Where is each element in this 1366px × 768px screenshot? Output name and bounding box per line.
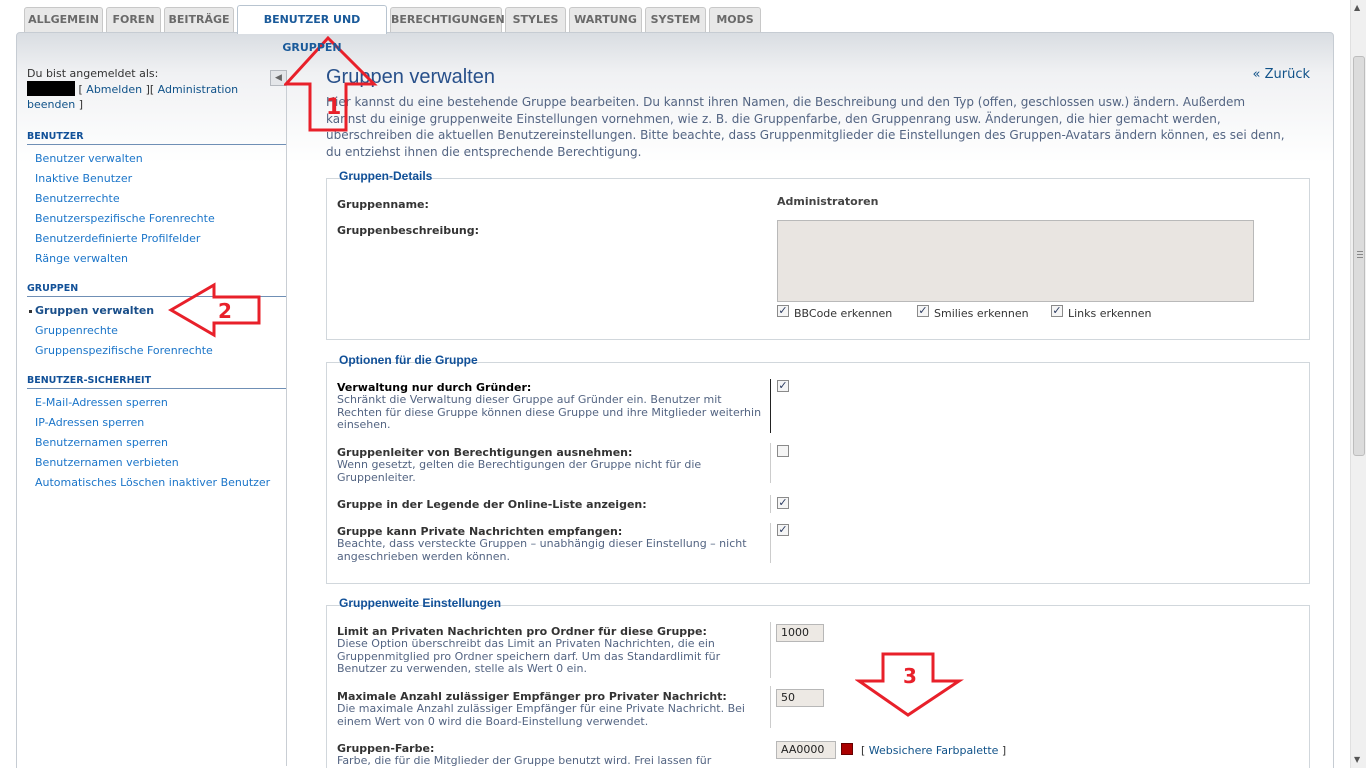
pm-receive-checkbox[interactable]: ✓ [777,524,789,536]
list-item[interactable]: Gruppenspezifische Forenrechte [27,341,287,361]
back-link[interactable]: « Zurück [1253,67,1311,82]
sidebar-item-auto-loeschen[interactable]: Automatisches Löschen inaktiver Benutzer [35,476,270,489]
max-recipients-desc: Die maximale Anzahl zulässiger Empfänger… [337,702,745,728]
sidebar: Du bist angemeldet als: [ Abmelden ][ Ad… [27,66,287,493]
sidebar-item-gruppenspez-forenrechte[interactable]: Gruppenspezifische Forenrechte [35,344,213,357]
fieldset-options: Optionen für die Gruppe Verwaltung nur d… [326,353,1310,584]
sidebar-item-gruppen-verwalten[interactable]: Gruppen verwalten [35,304,154,317]
max-recipients-input[interactable]: 50 [776,689,824,707]
group-desc-label: Gruppenbeschreibung: [337,224,480,237]
scroll-down-icon[interactable]: ▼ [1354,755,1360,764]
menu-head-sicherheit: BENUTZER-SICHERHEIT [27,375,286,389]
list-item[interactable]: E-Mail-Adressen sperren [27,393,287,413]
main-content: Gruppen verwalten « Zurück Hier kannst d… [326,66,1310,160]
tab-system[interactable]: System [645,7,706,32]
tab-bar: Allgemein Foren Beiträge Benutzer und Gr… [0,0,1350,54]
group-name-value: Administratoren [777,195,879,208]
links-label: Links erkennen [1068,307,1152,320]
color-swatch [841,743,853,755]
menu-list-gruppen: Gruppen verwalten Gruppenrechte Gruppens… [27,301,287,361]
palette-link[interactable]: Websichere Farbpalette [869,744,999,757]
group-name-label: Gruppenname: [337,198,429,211]
smilies-label: Smilies erkennen [934,307,1029,320]
sidebar-item-benutzerrechte[interactable]: Benutzerrechte [35,192,120,205]
leader-checkbox[interactable] [777,445,789,457]
list-item[interactable]: Benutzerrechte [27,189,287,209]
bbcode-checkbox[interactable]: ✓ [777,305,789,317]
fieldset-details: Gruppen-Details Gruppenname: Administrat… [326,169,1310,340]
menu-list-benutzer: Benutzer verwalten Inaktive Benutzer Ben… [27,149,287,269]
leader-desc: Wenn gesetzt, gelten die Berechtigungen … [337,458,702,484]
sidebar-item-ip-sperren[interactable]: IP-Adressen sperren [35,416,144,429]
tab-beitraege[interactable]: Beiträge [164,7,234,32]
legend-options: Optionen für die Gruppe [339,353,478,367]
menu-list-sicherheit: E-Mail-Adressen sperren IP-Adressen sper… [27,393,287,493]
list-item[interactable]: Gruppen verwalten [27,301,287,321]
scrollbar-thumb[interactable] [1353,56,1365,456]
sidebar-item-raenge[interactable]: Ränge verwalten [35,252,128,265]
redacted-username [27,81,75,96]
bbcode-label: BBCode erkennen [794,307,893,320]
sidebar-item-inaktive-benutzer[interactable]: Inaktive Benutzer [35,172,132,185]
group-color-input[interactable]: AA0000 [776,741,836,759]
smilies-checkbox[interactable]: ✓ [917,305,929,317]
pm-receive-desc: Beachte, dass versteckte Gruppen – unabh… [337,537,747,563]
sidebar-item-profilfelder[interactable]: Benutzerdefinierte Profilfelder [35,232,200,245]
palette-link-wrap: [ Websichere Farbpalette ] [861,744,1007,757]
tab-allgemein[interactable]: Allgemein [24,7,103,32]
scroll-up-icon[interactable]: ▲ [1354,3,1360,12]
sidebar-item-namen-sperren[interactable]: Benutzernamen sperren [35,436,168,449]
sidebar-item-benutzer-verwalten[interactable]: Benutzer verwalten [35,152,143,165]
login-info: Du bist angemeldet als: [ Abmelden ][ Ad… [27,67,239,111]
sidebar-item-email-sperren[interactable]: E-Mail-Adressen sperren [35,396,168,409]
triangle-left-icon: ◀ [275,73,282,83]
group-description-textarea[interactable] [777,220,1254,302]
tab-berechtigungen[interactable]: Berechtigungen [390,7,505,32]
list-item[interactable]: Automatisches Löschen inaktiver Benutzer [27,473,287,493]
tab-mods[interactable]: Mods [709,7,761,32]
founder-checkbox[interactable]: ✓ [777,380,789,392]
legend-show-label: Gruppe in der Legende der Online-Liste a… [337,498,647,511]
fieldset-settings: Gruppenweite Einstellungen Limit an Priv… [326,596,1310,768]
legend-show-checkbox[interactable]: ✓ [777,497,789,509]
page-intro: Hier kannst du eine bestehende Gruppe be… [326,95,1285,159]
links-checkbox[interactable]: ✓ [1051,305,1063,317]
sidebar-item-gruppenrechte[interactable]: Gruppenrechte [35,324,118,337]
page-title: Gruppen verwalten [326,66,495,88]
sidebar-item-benutzerspez-forenrechte[interactable]: Benutzerspezifische Forenrechte [35,212,215,225]
legend-settings: Gruppenweite Einstellungen [339,596,502,610]
group-color-desc: Farbe, die für die Mitglieder der Gruppe… [337,754,712,767]
sidebar-collapse-button[interactable]: ◀ [270,70,287,86]
tab-styles[interactable]: Styles [505,7,566,32]
logout-link[interactable]: Abmelden [86,83,142,96]
list-item[interactable]: Benutzernamen verbieten [27,453,287,473]
list-item[interactable]: Benutzer verwalten [27,149,287,169]
list-item[interactable]: Inaktive Benutzer [27,169,287,189]
pm-limit-desc: Diese Option überschreibt das Limit an P… [337,637,721,675]
list-item[interactable]: Ränge verwalten [27,249,287,269]
menu-head-benutzer: BENUTZER [27,131,286,145]
menu-head-gruppen: GRUPPEN [27,283,286,297]
sidebar-divider [286,86,287,766]
page-scrollbar[interactable]: ▲ ▼ [1350,0,1366,768]
login-prefix: Du bist angemeldet als: [27,67,159,80]
pm-limit-input[interactable]: 1000 [776,624,824,642]
list-item[interactable]: Benutzernamen sperren [27,433,287,453]
sidebar-item-namen-verbieten[interactable]: Benutzernamen verbieten [35,456,179,469]
tab-wartung[interactable]: Wartung [569,7,642,32]
list-item[interactable]: Benutzerspezifische Forenrechte [27,209,287,229]
founder-desc: Schränkt die Verwaltung dieser Gruppe au… [337,393,762,431]
list-item[interactable]: IP-Adressen sperren [27,413,287,433]
tab-foren[interactable]: Foren [106,7,161,32]
list-item[interactable]: Benutzerdefinierte Profilfelder [27,229,287,249]
legend-details: Gruppen-Details [339,169,433,183]
list-item[interactable]: Gruppenrechte [27,321,287,341]
tab-benutzer-und-gruppen[interactable]: Benutzer und Gruppen [237,5,387,54]
